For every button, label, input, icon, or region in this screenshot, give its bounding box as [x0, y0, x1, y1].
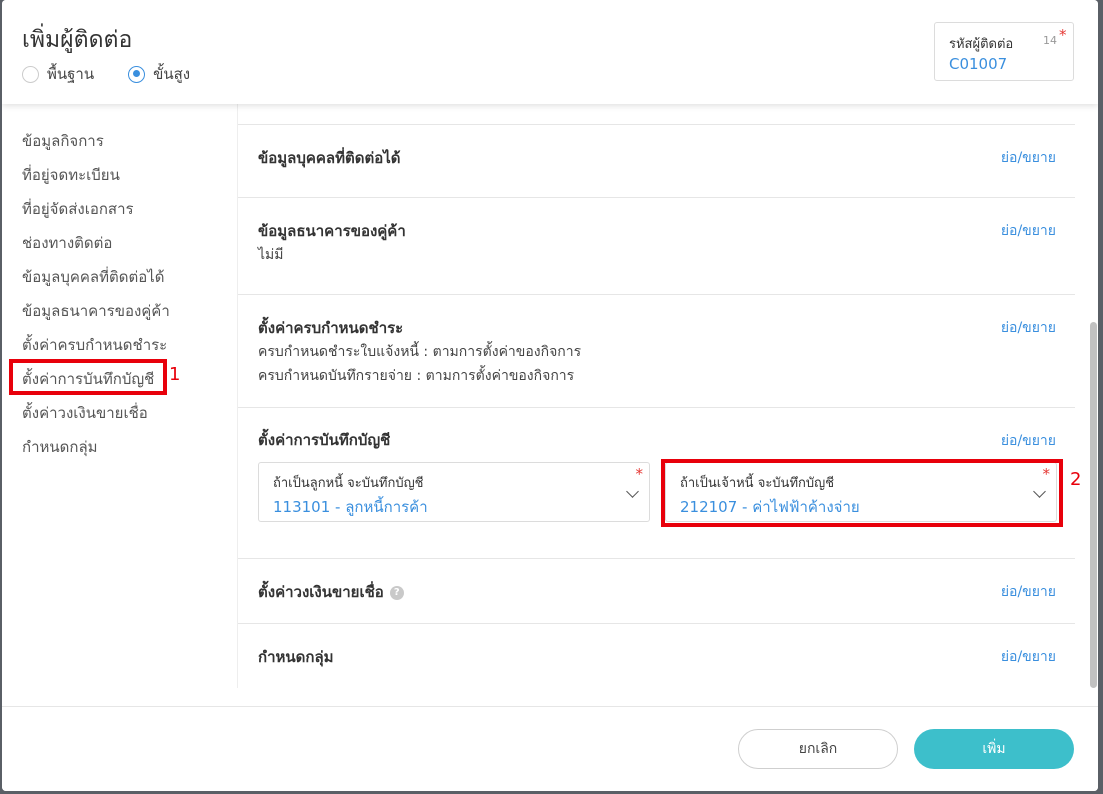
debtor-account-value: 113101 - ลูกหนี้การค้า: [273, 498, 428, 516]
required-mark: *: [1059, 26, 1067, 44]
annotation-number-1: 1: [169, 364, 181, 385]
nav-item-group[interactable]: กำหนดกลุ่ม: [22, 435, 98, 459]
mode-selector: พื้นฐาน ขั้นสูง: [22, 62, 224, 86]
nav-item-credit-limit[interactable]: ตั้งค่าวงเงินขายเชื่อ: [22, 401, 148, 425]
debtor-account-label: ถ้าเป็นลูกหนี้ จะบันทึกบัญชี: [273, 476, 424, 491]
collapse-toggle[interactable]: ย่อ/ขยาย: [1001, 581, 1056, 603]
form-content: ข้อมูลบุคคลที่ติดต่อได้ ย่อ/ขยาย ข้อมูลธ…: [237, 104, 1075, 688]
required-mark: *: [635, 465, 644, 483]
section-title: ตั้งค่าวงเงินขายเชื่อ?: [258, 580, 404, 604]
nav-item-business-info[interactable]: ข้อมูลกิจการ: [22, 129, 104, 153]
dialog-header: เพิ่มผู้ติดต่อ พื้นฐาน ขั้นสูง รหัสผู้ติ…: [2, 0, 1098, 104]
collapse-toggle[interactable]: ย่อ/ขยาย: [1001, 317, 1056, 339]
cancel-button[interactable]: ยกเลิก: [738, 729, 898, 769]
section-title: ข้อมูลธนาคารของคู่ค้า: [258, 222, 406, 240]
nav-item-registered-address[interactable]: ที่อยู่จดทะเบียน: [22, 163, 120, 187]
nav-item-bank-info[interactable]: ข้อมูลธนาคารของคู่ค้า: [22, 299, 170, 323]
collapse-toggle[interactable]: ย่อ/ขยาย: [1001, 147, 1056, 169]
section-title: ตั้งค่าการบันทึกบัญชี: [258, 431, 391, 449]
annotation-highlight-creditor: [661, 459, 1063, 527]
debtor-account-select[interactable]: ถ้าเป็นลูกหนี้ จะบันทึกบัญชี 113101 - ลู…: [258, 462, 650, 522]
due-expense-setting: ครบกำหนดบันทึกรายจ่าย : ตามการตั้งค่าของ…: [258, 368, 575, 384]
contact-code-count: 14: [1043, 34, 1057, 47]
radio-basic[interactable]: [22, 65, 39, 83]
contact-code-field[interactable]: รหัสผู้ติดต่อ 14 * C01007: [934, 22, 1074, 81]
collapse-toggle[interactable]: ย่อ/ขยาย: [1001, 220, 1056, 242]
help-icon[interactable]: ?: [389, 585, 404, 600]
mode-basic-option[interactable]: พื้นฐาน: [22, 62, 94, 86]
nav-item-contact-channels[interactable]: ช่องทางติดต่อ: [22, 231, 112, 255]
scrollbar-thumb[interactable]: [1090, 322, 1097, 688]
section-title: ตั้งค่าครบกำหนดชำระ: [258, 319, 404, 337]
add-contact-dialog: เพิ่มผู้ติดต่อ พื้นฐาน ขั้นสูง รหัสผู้ติ…: [2, 0, 1098, 791]
section-nav: ข้อมูลกิจการ ที่อยู่จดทะเบียน ที่อยู่จัด…: [2, 104, 237, 690]
nav-item-due-settings[interactable]: ตั้งค่าครบกำหนดชำระ: [22, 333, 167, 357]
section-due-settings: ตั้งค่าครบกำหนดชำระ ย่อ/ขยาย ครบกำหนดชำร…: [238, 294, 1075, 408]
section-title: กำหนดกลุ่ม: [258, 648, 334, 666]
dialog-title: เพิ่มผู้ติดต่อ: [22, 27, 133, 53]
nav-item-contact-persons[interactable]: ข้อมูลบุคคลที่ติดต่อได้: [22, 265, 165, 289]
mode-advanced-label: ขั้นสูง: [153, 65, 191, 83]
contact-code-label: รหัสผู้ติดต่อ: [949, 37, 1014, 52]
add-button[interactable]: เพิ่ม: [914, 729, 1074, 769]
section-group: กำหนดกลุ่ม ย่อ/ขยาย: [238, 623, 1075, 688]
bank-info-value: ไม่มี: [258, 247, 284, 263]
dialog-footer: ยกเลิก เพิ่ม: [2, 706, 1098, 791]
chevron-down-icon[interactable]: [626, 485, 639, 498]
due-invoice-setting: ครบกำหนดชำระใบแจ้งหนี้ : ตามการตั้งค่าขอ…: [258, 344, 582, 360]
collapse-toggle[interactable]: ย่อ/ขยาย: [1001, 430, 1056, 452]
section-title-text: ตั้งค่าวงเงินขายเชื่อ: [258, 583, 384, 601]
section-title: ข้อมูลบุคคลที่ติดต่อได้: [258, 149, 401, 167]
section-credit-limit: ตั้งค่าวงเงินขายเชื่อ? ย่อ/ขยาย: [238, 558, 1075, 624]
section-contact-persons: ข้อมูลบุคคลที่ติดต่อได้ ย่อ/ขยาย: [238, 124, 1075, 198]
collapse-toggle[interactable]: ย่อ/ขยาย: [1001, 646, 1056, 668]
contact-code-value[interactable]: C01007: [949, 55, 1007, 73]
mode-basic-label: พื้นฐาน: [47, 65, 95, 83]
radio-advanced[interactable]: [128, 65, 146, 83]
nav-item-shipping-address[interactable]: ที่อยู่จัดส่งเอกสาร: [22, 197, 134, 221]
annotation-number-2: 2: [1070, 469, 1082, 490]
mode-advanced-option[interactable]: ขั้นสูง: [128, 62, 190, 86]
annotation-highlight-nav: [9, 359, 167, 395]
section-bank-info: ข้อมูลธนาคารของคู่ค้า ย่อ/ขยาย ไม่มี: [238, 197, 1075, 295]
content-scrollbar[interactable]: [1089, 104, 1098, 688]
